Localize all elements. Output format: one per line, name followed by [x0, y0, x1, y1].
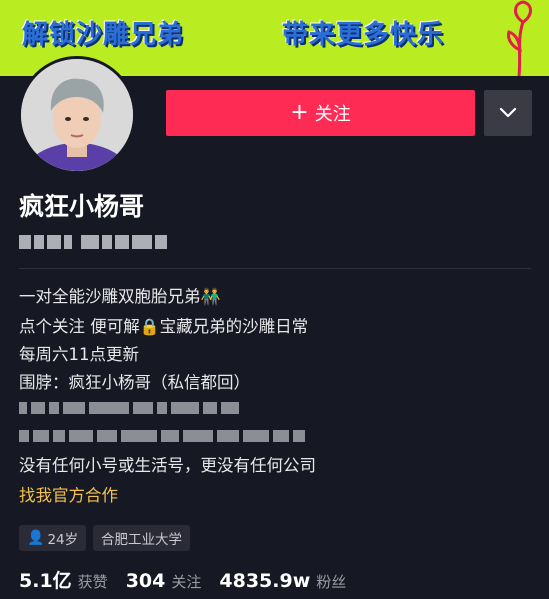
avatar[interactable] — [18, 56, 136, 174]
plus-icon: + — [290, 100, 309, 125]
bio-line-1: 一对全能沙雕双胞胎兄弟👬 — [19, 286, 220, 308]
banner-left-text: 解锁沙雕兄弟 — [22, 20, 185, 50]
person-icon: 👤 — [27, 530, 45, 546]
school-tag-label: 合肥工业大学 — [101, 532, 182, 548]
bio-line-2-text-a: 点个关注 便可解 — [19, 317, 140, 336]
bio-line-3: 每周六11点更新 — [19, 345, 139, 364]
profile-stats: 5.1亿 获赞 304 关注 4835.9w 粉丝 — [19, 566, 364, 593]
business-contact-link[interactable]: 找我官方合作 — [19, 485, 118, 507]
user-id-blurred — [19, 234, 175, 250]
bio-line-4: 围脖：疯狂小杨哥（私信都回） — [19, 373, 250, 392]
lock-icon: 🔒 — [139, 317, 160, 336]
bio-line-1-text: 一对全能沙雕双胞胎兄弟 — [19, 287, 201, 306]
bio-line-2: 点个关注 便可解🔒宝藏兄弟的沙雕日常 — [19, 316, 308, 338]
follow-button[interactable]: + 关注 — [166, 90, 475, 136]
divider — [19, 268, 531, 269]
school-tag[interactable]: 合肥工业大学 — [93, 525, 190, 551]
following-label[interactable]: 关注 — [171, 571, 201, 592]
fans-count[interactable]: 4835.9w — [219, 570, 310, 592]
following-count[interactable]: 304 — [126, 570, 166, 592]
age-tag-label: 24岁 — [47, 532, 79, 548]
avatar-portrait-icon — [21, 59, 133, 171]
likes-count: 5.1亿 — [19, 570, 72, 592]
banner-right-text: 带来更多快乐 — [282, 20, 445, 50]
chevron-down-icon — [499, 107, 517, 118]
profile-header: + 关注 — [0, 56, 549, 176]
bio-line-6-blurred — [19, 426, 305, 446]
rose-decoration-icon — [507, 0, 532, 76]
bio-line-7: 没有任何小号或生活号，更没有任何公司 — [19, 456, 316, 475]
follow-button-label: 关注 — [314, 104, 351, 125]
fans-label[interactable]: 粉丝 — [316, 571, 346, 592]
bio-line-2-text-b: 宝藏兄弟的沙雕日常 — [159, 317, 309, 336]
likes-label: 获赞 — [77, 573, 108, 591]
profile-name: 疯狂小杨哥 — [19, 192, 145, 221]
age-tag: 👤 24岁 — [19, 525, 87, 551]
twins-emoji-icon: 👬 — [200, 287, 221, 306]
more-options-button[interactable] — [484, 90, 532, 136]
bio-line-5-blurred — [19, 398, 239, 418]
